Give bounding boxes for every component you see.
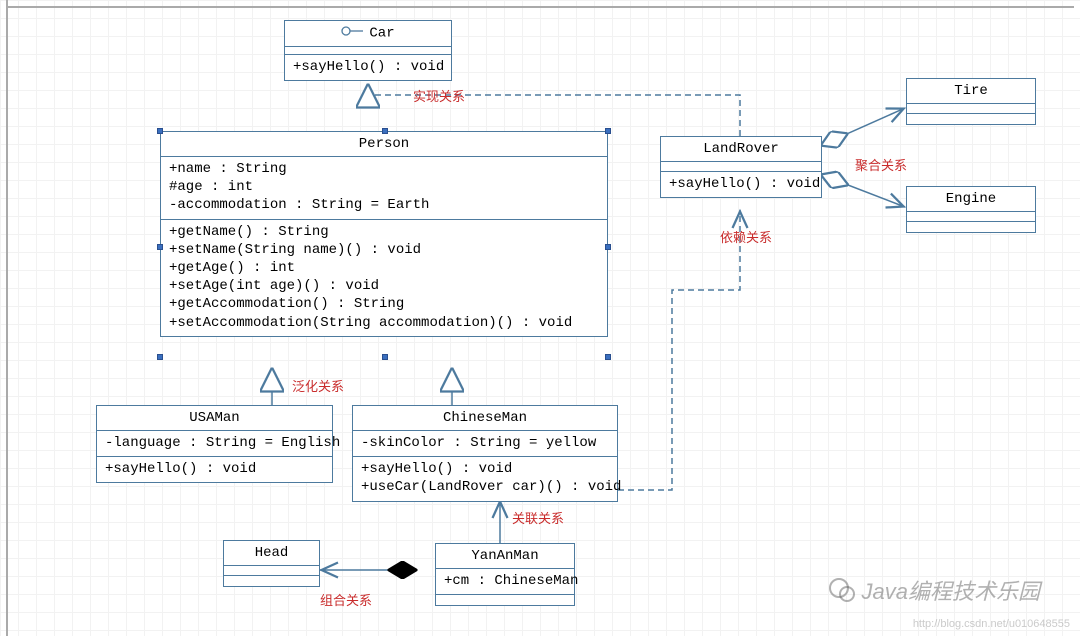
label-association: 关联关系 (512, 508, 564, 527)
attrs-section: +name : String #age : int -accommodation… (161, 157, 607, 220)
label-dependency: 依赖关系 (720, 227, 772, 246)
methods-section: +sayHello() : void (97, 457, 332, 482)
interface-icon (341, 25, 363, 41)
class-person[interactable]: Person +name : String #age : int -accomm… (160, 131, 608, 337)
class-usaman[interactable]: USAMan -language : String = English +say… (96, 405, 333, 483)
label-composition: 组合关系 (320, 590, 372, 609)
methods-section: +sayHello() : void (285, 55, 451, 80)
watermark: Java编程技术乐园 (828, 574, 1040, 606)
resize-handle[interactable] (157, 354, 163, 360)
attrs-section (907, 212, 1035, 222)
class-landrover[interactable]: LandRover +sayHello() : void (660, 136, 822, 198)
class-title: Tire (907, 79, 1035, 104)
attrs-section: +cm : ChineseMan (436, 569, 574, 595)
methods-section (436, 595, 574, 605)
attrs-section: -language : String = English (97, 431, 332, 457)
methods-section (907, 222, 1035, 232)
label-aggregation: 聚合关系 (855, 155, 907, 174)
class-head[interactable]: Head (223, 540, 320, 587)
attrs-section (224, 566, 319, 576)
class-title: Head (224, 541, 319, 566)
methods-section: +sayHello() : void +useCar(LandRover car… (353, 457, 617, 500)
wechat-icon (828, 576, 856, 604)
class-title: Engine (907, 187, 1035, 212)
class-title: Person (161, 132, 607, 157)
class-title: USAMan (97, 406, 332, 431)
resize-handle[interactable] (157, 128, 163, 134)
resize-handle[interactable] (382, 128, 388, 134)
class-title: YanAnMan (436, 544, 574, 569)
resize-handle[interactable] (157, 244, 163, 250)
class-name: Car (369, 26, 394, 42)
methods-section (224, 576, 319, 586)
methods-section (907, 114, 1035, 124)
attrs-section: -skinColor : String = yellow (353, 431, 617, 457)
class-chineseman[interactable]: ChineseMan -skinColor : String = yellow … (352, 405, 618, 502)
resize-handle[interactable] (605, 244, 611, 250)
resize-handle[interactable] (605, 128, 611, 134)
attrs-section (285, 47, 451, 55)
class-title: Car (285, 21, 451, 47)
methods-section: +sayHello() : void (661, 172, 821, 197)
class-title: ChineseMan (353, 406, 617, 431)
attrs-section (907, 104, 1035, 114)
class-engine[interactable]: Engine (906, 186, 1036, 233)
class-tire[interactable]: Tire (906, 78, 1036, 125)
attrs-section (661, 162, 821, 172)
class-car[interactable]: Car +sayHello() : void (284, 20, 452, 81)
methods-section: +getName() : String +setName(String name… (161, 220, 607, 336)
label-generalization: 泛化关系 (292, 376, 344, 395)
resize-handle[interactable] (382, 354, 388, 360)
class-yananman[interactable]: YanAnMan +cm : ChineseMan (435, 543, 575, 606)
resize-handle[interactable] (605, 354, 611, 360)
watermark-url: http://blog.csdn.net/u010648555 (913, 618, 1070, 630)
label-realization: 实现关系 (413, 86, 465, 105)
class-title: LandRover (661, 137, 821, 162)
